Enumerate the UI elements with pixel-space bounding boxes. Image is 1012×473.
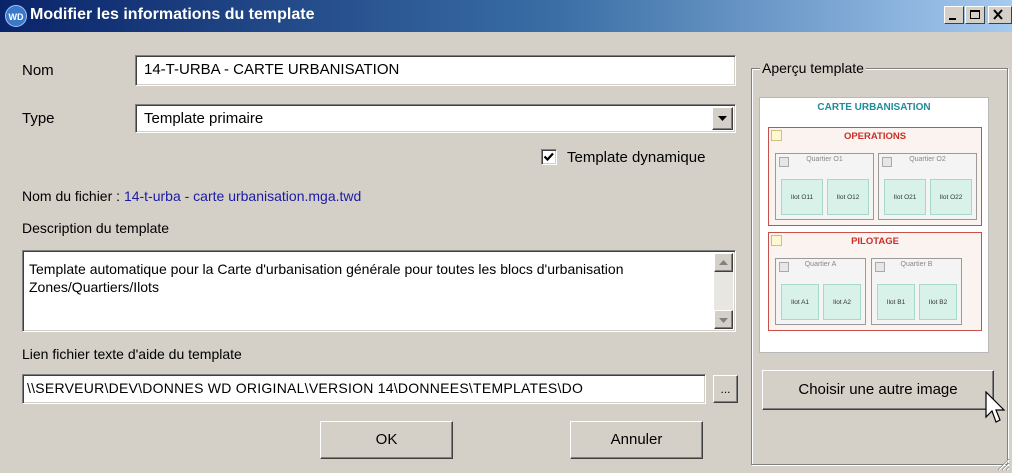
mouse-cursor-icon xyxy=(985,391,1006,423)
filename-row: Nom du fichier : 14-t-urba - carte urban… xyxy=(22,188,361,204)
filename-value: 14-t-urba - carte urbanisation.mga.twd xyxy=(123,188,362,204)
nom-value: 14-T-URBA - CARTE URBANISATION xyxy=(144,61,400,78)
close-icon xyxy=(993,9,1003,20)
preview-ilot: Ilot O21 xyxy=(884,179,926,215)
checkmark-icon xyxy=(543,152,554,162)
description-label: Description du template xyxy=(22,220,170,236)
browse-button[interactable]: ... xyxy=(713,375,738,403)
template-preview-image: CARTE URBANISATION OPERATIONS Quartier O… xyxy=(759,97,989,353)
preview-ilot: Ilot O22 xyxy=(930,179,972,215)
help-link-input[interactable]: \\SERVEUR\DEV\DONNES WD ORIGINAL\VERSION… xyxy=(22,374,706,404)
ok-button[interactable]: OK xyxy=(320,421,453,459)
maximize-button[interactable] xyxy=(965,6,985,24)
description-line-1: Template automatique pour la Carte d'urb… xyxy=(29,261,624,277)
filename-label: Nom du fichier : xyxy=(22,188,121,204)
preview-ilot: Ilot O12 xyxy=(827,179,869,215)
preview-title: CARTE URBANISATION xyxy=(817,102,931,113)
nom-label: Nom xyxy=(22,62,54,79)
nom-input[interactable]: 14-T-URBA - CARTE URBANISATION xyxy=(135,55,736,86)
template-dynamique-checkbox[interactable] xyxy=(541,149,557,165)
type-dropdown-button[interactable] xyxy=(712,107,733,130)
preview-ilot: Ilot A1 xyxy=(781,284,819,320)
preview-section-title: PILOTAGE xyxy=(851,236,899,247)
description-text: Template automatique pour la Carte d'urb… xyxy=(29,260,624,296)
preview-quartier: Quartier B Ilot B1 Ilot B2 xyxy=(871,258,962,325)
preview-ilot: Ilot B2 xyxy=(919,284,957,320)
template-dynamique-label: Template dynamique xyxy=(567,149,706,166)
preview-quartier: Quartier O1 Ilot O11 Ilot O12 xyxy=(775,153,874,220)
arrow-up-icon xyxy=(719,260,728,265)
minimize-icon xyxy=(949,18,956,20)
preview-ilot: Ilot A2 xyxy=(823,284,861,320)
arrow-down-icon xyxy=(719,318,728,323)
preview-section-pilotage: PILOTAGE Quartier A Ilot A1 Ilot A2 Quar… xyxy=(768,232,982,331)
description-line-2: Zones/Quartiers/Ilots xyxy=(29,279,159,295)
description-scrollbar[interactable] xyxy=(714,253,733,329)
cancel-button[interactable]: Annuler xyxy=(570,421,703,459)
scroll-up-button[interactable] xyxy=(714,253,733,272)
choose-image-button[interactable]: Choisir une autre image xyxy=(762,370,994,410)
minimize-button[interactable] xyxy=(944,6,964,24)
preview-quartier: Quartier A Ilot A1 Ilot A2 xyxy=(775,258,866,325)
window-title: Modifier les informations du template xyxy=(30,6,315,23)
preview-ilot: Ilot B1 xyxy=(877,284,915,320)
type-select[interactable]: Template primaire xyxy=(135,104,736,133)
resize-grip-icon[interactable] xyxy=(996,457,1010,471)
preview-quartier-name: Quartier B xyxy=(900,261,933,268)
preview-quartier: Quartier O2 Ilot O21 Ilot O22 xyxy=(878,153,977,220)
scroll-down-button[interactable] xyxy=(714,310,733,329)
preview-section-title: OPERATIONS xyxy=(843,131,907,142)
preview-section-operations: OPERATIONS Quartier O1 Ilot O11 Ilot O12… xyxy=(768,127,982,226)
preview-quartier-name: Quartier O1 xyxy=(806,156,843,163)
preview-ilot: Ilot O11 xyxy=(781,179,823,215)
close-button[interactable] xyxy=(988,6,1012,24)
help-link-label: Lien fichier texte d'aide du template xyxy=(22,346,242,362)
chevron-down-icon xyxy=(718,116,727,121)
maximize-icon xyxy=(970,10,980,19)
apercu-template-title: Aperçu template xyxy=(760,60,866,76)
type-value: Template primaire xyxy=(144,110,264,127)
description-textarea[interactable]: Template automatique pour la Carte d'urb… xyxy=(22,250,736,332)
type-label: Type xyxy=(22,110,55,127)
title-bar: WD Modifier les informations du template xyxy=(0,0,1012,32)
help-link-value: \\SERVEUR\DEV\DONNES WD ORIGINAL\VERSION… xyxy=(27,380,584,396)
preview-quartier-name: Quartier O2 xyxy=(909,156,946,163)
windev-app-icon: WD xyxy=(5,5,27,27)
preview-quartier-name: Quartier A xyxy=(804,261,837,268)
